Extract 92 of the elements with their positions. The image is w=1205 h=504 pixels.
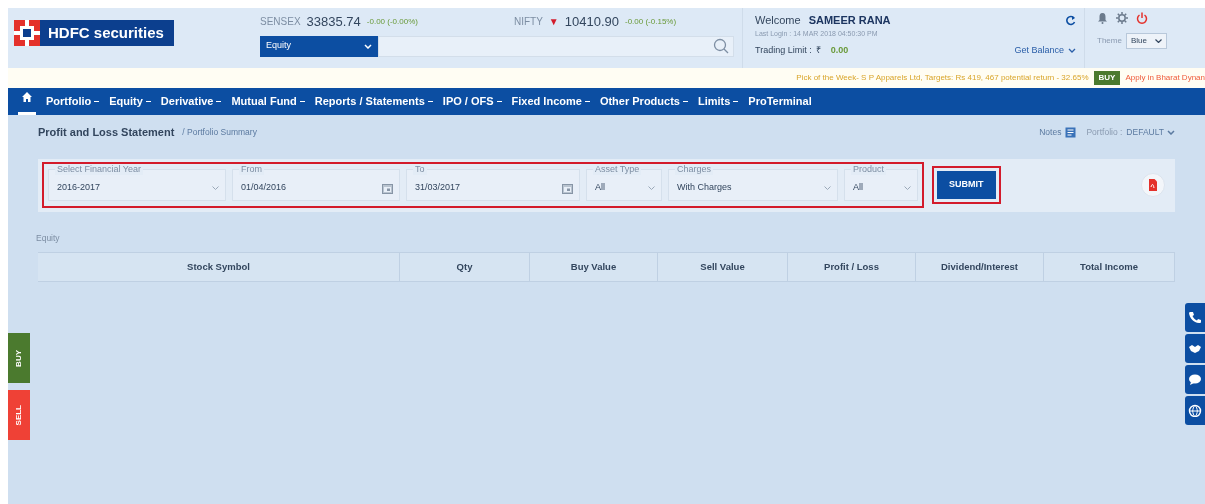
caret-icon bbox=[299, 100, 305, 103]
nav-menu-item[interactable]: Fixed Income bbox=[511, 93, 590, 110]
notes-icon[interactable] bbox=[1065, 126, 1077, 138]
field-label: Asset Type bbox=[593, 164, 642, 175]
column-header: Buy Value bbox=[530, 253, 658, 282]
nav-menu-item[interactable]: Limits bbox=[697, 93, 739, 110]
settings-icon[interactable] bbox=[1116, 12, 1128, 24]
nav-menu-item[interactable]: Mutual Fund bbox=[231, 93, 305, 110]
column-header: Stock Symbol bbox=[38, 253, 400, 282]
get-balance-link[interactable]: Get Balance bbox=[1014, 44, 1064, 58]
nav-menu-item[interactable]: IPO / OFS bbox=[442, 93, 502, 110]
nav-menu-item[interactable]: Reports / Statements bbox=[314, 93, 433, 110]
index-name: NIFTY bbox=[513, 15, 543, 30]
theme-label: Theme bbox=[1097, 35, 1122, 47]
caret-icon bbox=[496, 100, 502, 103]
chevron-down-icon bbox=[1154, 39, 1162, 43]
phone-icon bbox=[1188, 311, 1202, 324]
caret-icon bbox=[682, 100, 688, 103]
search-field[interactable] bbox=[378, 35, 734, 57]
power-icon[interactable] bbox=[1136, 12, 1148, 24]
field-value: All bbox=[595, 181, 605, 195]
column-header: Sell Value bbox=[658, 253, 788, 282]
chevron-down-icon bbox=[824, 186, 831, 190]
chevron-down-icon bbox=[1068, 48, 1076, 54]
nav-menu-item[interactable]: Derivative bbox=[160, 93, 222, 110]
caret-icon bbox=[94, 100, 100, 103]
field-label: From bbox=[239, 164, 264, 175]
buy-badge: BUY bbox=[1093, 71, 1121, 85]
nav-menu-item[interactable]: Portfolio bbox=[46, 93, 100, 110]
field-label: Product bbox=[851, 164, 887, 175]
column-header: Profit / Loss bbox=[788, 253, 916, 282]
caret-icon bbox=[584, 100, 590, 103]
search-icon bbox=[713, 38, 729, 54]
section-label: Equity bbox=[36, 231, 61, 245]
calendar-icon[interactable] bbox=[562, 182, 573, 194]
field-value: 01/04/2016 bbox=[241, 181, 287, 195]
chevron-down-icon bbox=[364, 43, 372, 49]
index-value: 10410.90 bbox=[564, 13, 619, 31]
column-header: Dividend/Interest bbox=[916, 253, 1044, 282]
segment-dropdown[interactable]: Equity bbox=[260, 35, 378, 57]
pdf-file-icon[interactable] bbox=[1141, 173, 1165, 197]
calendar-icon[interactable] bbox=[382, 182, 393, 194]
index-change: -0.00 (-0.00%) bbox=[366, 15, 418, 28]
chevron-down-icon bbox=[1167, 129, 1175, 135]
field-label: Charges bbox=[675, 164, 714, 175]
caret-icon bbox=[427, 100, 433, 103]
logo-mark-icon bbox=[14, 20, 40, 46]
theme-dropdown[interactable]: Blue bbox=[1125, 33, 1167, 49]
currency-symbol: ₹ bbox=[815, 44, 821, 57]
trend-arrow: ▼ bbox=[548, 15, 559, 30]
portfolio-label: Portfolio : bbox=[1086, 125, 1123, 139]
side-button[interactable] bbox=[1185, 396, 1205, 425]
side-tab[interactable]: SELL bbox=[8, 390, 30, 440]
field-value: All bbox=[853, 181, 863, 195]
caret-icon bbox=[145, 100, 151, 103]
side-button[interactable] bbox=[1185, 303, 1205, 332]
column-header: Qty bbox=[400, 253, 530, 282]
field-value: 31/03/2017 bbox=[415, 181, 461, 195]
user-name: SAMEER RANA bbox=[808, 13, 891, 28]
field-value: With Charges bbox=[677, 181, 732, 195]
ticker-text: Pick of the Week- S P Apparels Ltd, Targets: Rs 419, 467 potential return - 32.65% bbox=[796, 72, 1089, 84]
home-icon bbox=[22, 92, 32, 103]
side-button[interactable] bbox=[1185, 365, 1205, 394]
nav-menu-item[interactable]: Equity bbox=[109, 93, 151, 110]
field-label: Select Financial Year bbox=[55, 164, 144, 175]
chevron-down-icon bbox=[212, 186, 219, 190]
refresh-icon[interactable] bbox=[1065, 14, 1076, 26]
chat-bubble-icon bbox=[1188, 373, 1202, 386]
page-title: Profit and Loss Statement bbox=[38, 125, 175, 140]
side-button[interactable] bbox=[1185, 334, 1205, 363]
trading-limit-label: Trading Limit : bbox=[755, 44, 812, 57]
chevron-down-icon bbox=[904, 186, 911, 190]
caret-icon bbox=[733, 100, 739, 103]
side-tab[interactable]: BUY bbox=[8, 333, 30, 383]
welcome-text: Welcome bbox=[755, 13, 801, 28]
globe-icon bbox=[1188, 404, 1202, 417]
column-header: Total Income bbox=[1044, 253, 1175, 282]
caret-icon bbox=[216, 100, 222, 103]
trading-limit-value: 0.00 bbox=[830, 44, 849, 57]
nav-menu-item[interactable]: ProTerminal bbox=[748, 93, 812, 110]
chevron-down-icon bbox=[648, 186, 655, 190]
field-label: To bbox=[413, 164, 427, 175]
logo[interactable]: HDFC securities bbox=[14, 20, 174, 46]
ticker-text: Apply in Bharat Dynan bbox=[1125, 72, 1205, 84]
index-name: SENSEX bbox=[260, 15, 301, 30]
index-change: -0.00 (-0.15%) bbox=[625, 15, 677, 28]
nav-menu-item[interactable]: Other Products bbox=[599, 93, 688, 110]
breadcrumb-link[interactable]: / Portfolio Summary bbox=[182, 125, 257, 139]
field-value: 2016-2017 bbox=[57, 181, 101, 195]
submit-button[interactable]: SUBMIT bbox=[937, 171, 996, 199]
bell-icon[interactable] bbox=[1097, 12, 1108, 24]
index-value: 33835.74 bbox=[306, 13, 361, 31]
